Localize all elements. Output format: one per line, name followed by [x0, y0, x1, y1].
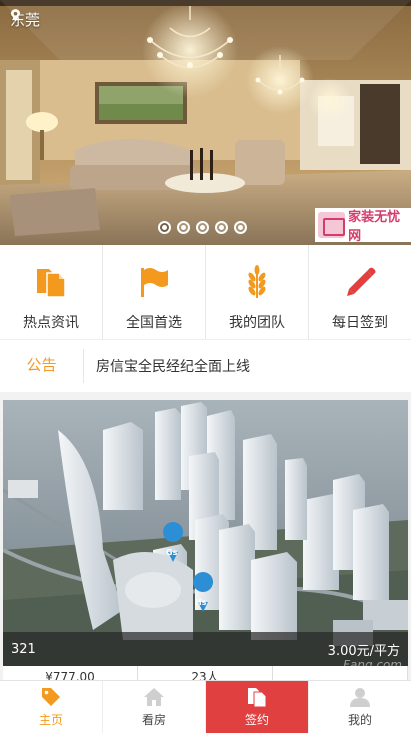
carousel-indicators: [158, 221, 247, 234]
watermark-text: 家装无忧网: [348, 209, 401, 243]
carousel-dot[interactable]: [158, 221, 171, 234]
quick-menu: 热点资讯 全国首选 我的团队 每日签到: [0, 245, 411, 340]
quick-item-news[interactable]: 热点资讯: [0, 245, 103, 339]
carousel-dot[interactable]: [196, 221, 209, 234]
map-marker-label: Gs: [166, 548, 178, 557]
bottom-tab-bar: 主页 看房 签约 我的: [0, 680, 411, 733]
quick-item-label: 每日签到: [332, 314, 388, 330]
app-page: 东莞 家装无忧网 热点资讯 全国首选 我的团队 每日签到 公告 房信宝全民经纪全…: [0, 0, 411, 733]
tab-label: 签约: [244, 713, 269, 727]
tab-label: 主页: [38, 713, 63, 727]
location-pin-icon: [10, 9, 21, 22]
tab-label: 我的: [347, 713, 372, 727]
quick-item-label: 我的团队: [229, 314, 285, 330]
banner-carousel[interactable]: 东莞 家装无忧网: [0, 0, 411, 245]
notice-tag: 公告: [0, 349, 84, 383]
tab-view-houses[interactable]: 看房: [103, 681, 206, 733]
property-extra: [273, 666, 408, 680]
tab-mine[interactable]: 我的: [309, 681, 411, 733]
house-icon: [144, 688, 164, 706]
tab-label: 看房: [141, 713, 166, 727]
quick-item-checkin[interactable]: 每日签到: [309, 245, 411, 339]
carousel-dot[interactable]: [177, 221, 190, 234]
quick-item-label: 热点资讯: [23, 314, 79, 330]
tag-icon: [42, 688, 60, 706]
wheat-icon: [248, 265, 266, 298]
carousel-dot[interactable]: [234, 221, 247, 234]
documents-icon: [37, 269, 66, 298]
user-icon: [350, 688, 370, 707]
quick-item-label: 全国首选: [126, 314, 182, 330]
location-selector[interactable]: 东莞: [10, 9, 40, 30]
quick-item-team[interactable]: 我的团队: [206, 245, 309, 339]
carousel-dot[interactable]: [215, 221, 228, 234]
documents-icon: [248, 688, 267, 708]
banner-watermark: 家装无忧网: [315, 208, 411, 243]
property-price: 3.00元/平方: [327, 643, 400, 659]
property-commission: ¥777.00: [3, 666, 138, 680]
notice-bar[interactable]: 公告 房信宝全民经纪全面上线: [0, 340, 411, 392]
watermark-logo-icon: [318, 212, 346, 238]
quick-item-nationwide[interactable]: 全国首选: [103, 245, 206, 339]
property-card[interactable]: Gs Hs 321 3.00元/平方 Fang.com ¥777.00 23人: [3, 400, 408, 680]
flag-icon: [141, 268, 168, 297]
property-stats: ¥777.00 23人: [3, 666, 408, 680]
property-id: 321: [11, 641, 36, 657]
map-marker-label: Hs: [195, 598, 207, 607]
tab-home[interactable]: 主页: [0, 681, 103, 733]
property-people: 23人: [138, 666, 273, 680]
tab-sign-contract[interactable]: 签约: [206, 681, 309, 733]
pencil-icon: [347, 267, 376, 296]
notice-text[interactable]: 房信宝全民经纪全面上线: [96, 356, 250, 376]
